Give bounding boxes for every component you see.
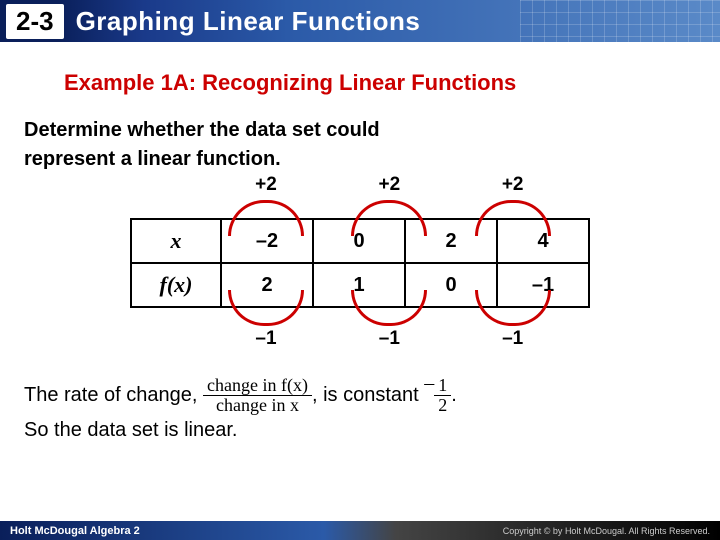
bot-delta-2: –1: [467, 328, 559, 350]
page-title: Graphing Linear Functions: [76, 6, 421, 37]
conc-line2: So the data set is linear.: [24, 419, 237, 441]
example-title: Example 1A: Recognizing Linear Functions: [64, 70, 696, 96]
prompt-line1: Determine whether the data set could: [24, 118, 696, 143]
footer-left: Holt McDougal Algebra 2: [10, 525, 140, 537]
table-wrap: +2 +2 +2 x –2 0 2 4 f(x) 2 1 0 –1: [130, 218, 590, 308]
arc-icon: [228, 200, 304, 236]
arc-icon: [351, 290, 427, 326]
bot-delta-0: –1: [220, 328, 312, 350]
arc-icon: [228, 290, 304, 326]
arc-icon: [475, 290, 551, 326]
rate-fraction: change in f(x)change in x: [203, 376, 312, 415]
neg-sign: –: [424, 372, 434, 394]
conc-part2: , is constant: [312, 384, 424, 406]
top-delta-1: +2: [343, 174, 435, 196]
conc-period: .: [451, 384, 457, 406]
footer-right: Copyright © by Holt McDougal. All Rights…: [503, 526, 710, 536]
top-delta-2: +2: [467, 174, 559, 196]
footer-bar: Holt McDougal Algebra 2 Copyright © by H…: [0, 521, 720, 540]
x-label: x: [131, 219, 221, 263]
fx-label: f(x): [131, 263, 221, 307]
bot-delta-1: –1: [343, 328, 435, 350]
header-bar: 2-3 Graphing Linear Functions: [0, 0, 720, 42]
arc-icon: [475, 200, 551, 236]
conclusion: The rate of change, change in f(x)change…: [24, 368, 696, 445]
top-delta-0: +2: [220, 174, 312, 196]
content-area: Example 1A: Recognizing Linear Functions…: [0, 42, 720, 445]
header-grid-decor: [520, 0, 720, 42]
rate-value: 12: [434, 376, 451, 415]
top-deltas: +2 +2 +2: [130, 180, 590, 216]
bottom-deltas: –1 –1 –1: [130, 310, 590, 346]
arc-icon: [351, 200, 427, 236]
conc-part1: The rate of change,: [24, 384, 203, 406]
prompt-line2: represent a linear function.: [24, 147, 696, 172]
section-badge: 2-3: [6, 4, 64, 39]
